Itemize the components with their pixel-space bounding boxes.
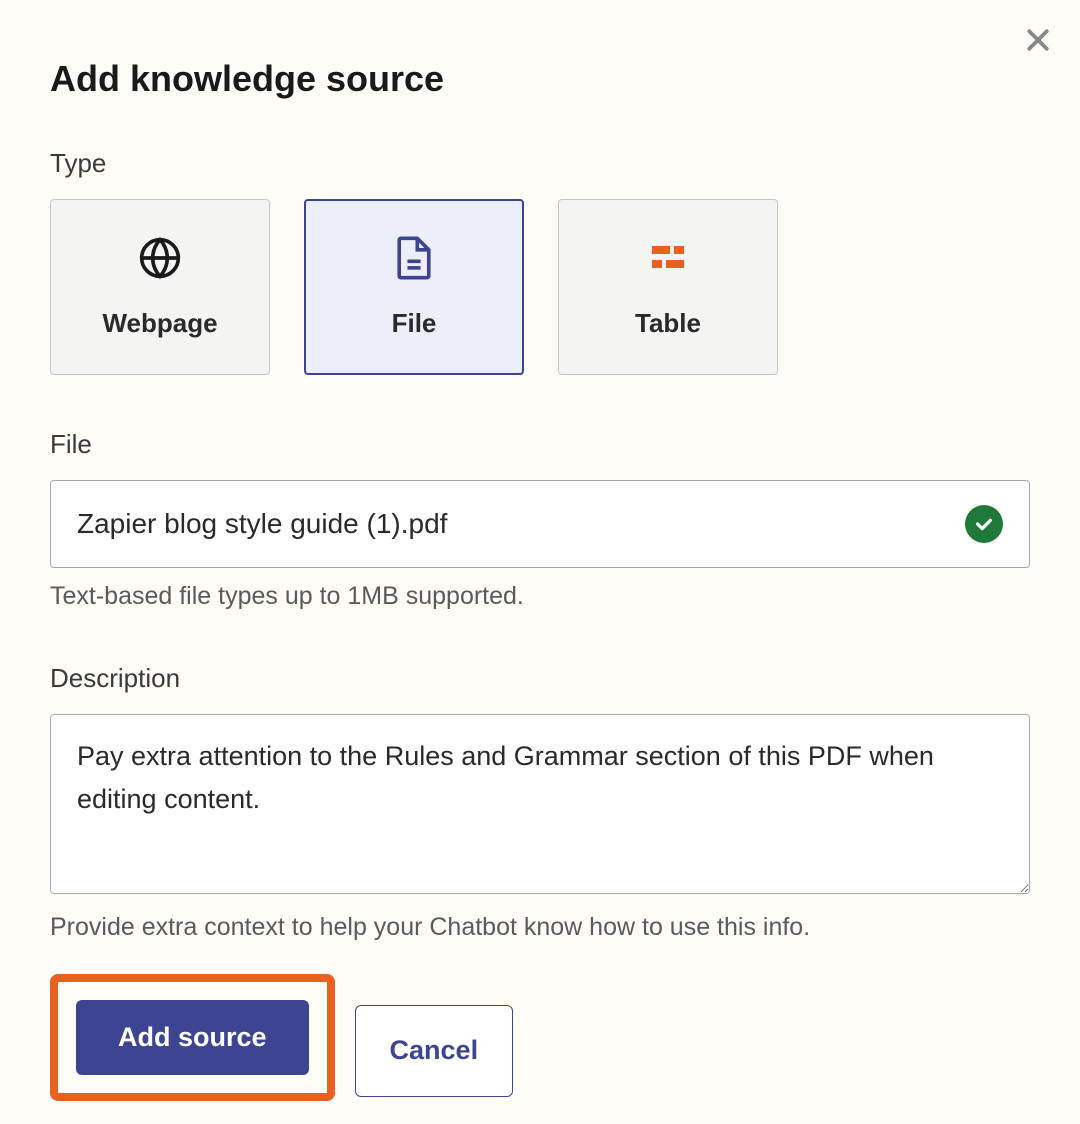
globe-icon [138, 236, 182, 280]
success-check-icon [965, 505, 1003, 543]
cancel-button[interactable]: Cancel [355, 1005, 514, 1097]
description-label: Description [50, 663, 1030, 694]
close-button[interactable] [1018, 22, 1058, 62]
type-option-label: Webpage [102, 308, 217, 339]
file-icon [394, 236, 434, 280]
modal-title: Add knowledge source [50, 58, 1030, 100]
file-name: Zapier blog style guide (1).pdf [77, 508, 447, 540]
type-option-webpage[interactable]: Webpage [50, 199, 270, 375]
type-label: Type [50, 148, 1030, 179]
type-options: Webpage File Table [50, 199, 1030, 375]
highlight-annotation: Add source [50, 974, 335, 1101]
file-help-text: Text-based file types up to 1MB supporte… [50, 582, 1030, 611]
description-help-text: Provide extra context to help your Chatb… [50, 913, 1030, 942]
file-label: File [50, 429, 1030, 460]
action-buttons: Add source Cancel [50, 974, 1030, 1101]
type-option-label: File [392, 308, 437, 339]
type-option-file[interactable]: File [304, 199, 524, 375]
type-option-label: Table [635, 308, 701, 339]
add-source-button[interactable]: Add source [76, 1000, 309, 1075]
close-icon [1023, 25, 1053, 60]
table-icon [646, 236, 690, 280]
file-input[interactable]: Zapier blog style guide (1).pdf [50, 480, 1030, 568]
description-input[interactable] [50, 714, 1030, 894]
type-option-table[interactable]: Table [558, 199, 778, 375]
